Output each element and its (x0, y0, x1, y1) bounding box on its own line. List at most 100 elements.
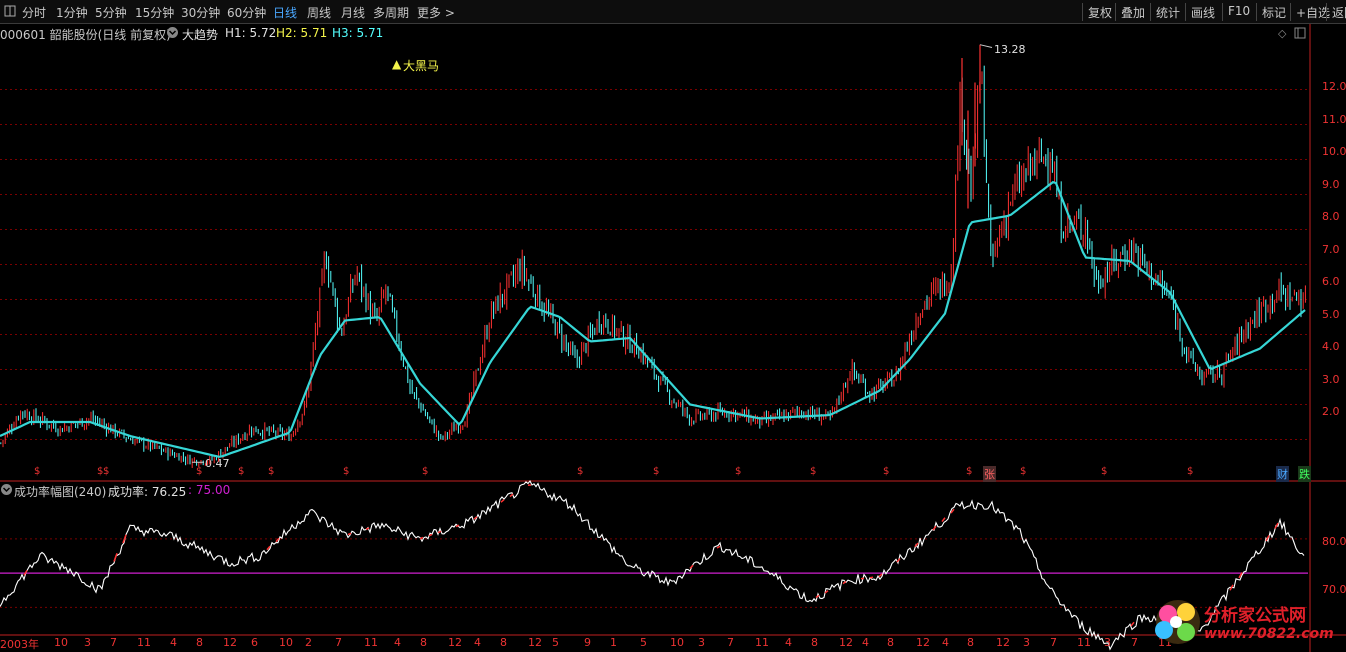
toolbar-button[interactable]: +自选 (1290, 3, 1330, 21)
dollar-marker-icon[interactable]: $ (810, 466, 816, 477)
period-toolbar: 分时 1分钟 5分钟 15分钟 30分钟 60分钟 日线 周线 月线 多周期 更多 > 复权 叠加 统计… (0, 0, 1346, 24)
date-tick-label: 11 (755, 636, 769, 649)
finance-marker[interactable]: 财 (1276, 466, 1289, 482)
date-tick-label: 4 (170, 636, 177, 649)
period-tab[interactable]: 60分钟 (227, 4, 266, 21)
date-tick-label: 7 (1131, 636, 1138, 649)
date-tick-label: 4 (862, 636, 869, 649)
dollar-marker-icon[interactable]: $ (577, 466, 583, 477)
date-tick-label: 11 (364, 636, 378, 649)
toolbar-button[interactable]: 叠加 (1115, 3, 1145, 21)
dollar-marker-icon[interactable]: $ (1187, 466, 1193, 477)
moving-average-line (0, 180, 1306, 458)
dollar-marker-icon[interactable]: $ (883, 466, 889, 477)
rise-tick (941, 517, 946, 523)
date-tick-label: 7 (110, 636, 117, 649)
rise-tick (113, 553, 118, 562)
date-tick-label: 7 (727, 636, 734, 649)
rise-tick (1130, 621, 1135, 627)
price-tick-label: 12.0 (1322, 80, 1346, 93)
date-tick-label: 8 (887, 636, 894, 649)
success-tick-label: 70.0 (1322, 583, 1346, 596)
up-marker[interactable]: 张 (983, 466, 996, 482)
date-tick-label: 12 (996, 636, 1010, 649)
dollar-marker-icon[interactable]: $ (653, 466, 659, 477)
date-tick-label: 2003年 (0, 638, 39, 651)
period-tab[interactable]: 多周期 (373, 4, 409, 21)
dollar-marker-icon[interactable]: $ (966, 466, 972, 477)
period-tab[interactable]: 5分钟 (95, 4, 127, 21)
toolbar-button[interactable]: 复权 (1082, 3, 1112, 21)
date-tick-label: 12 (839, 636, 853, 649)
dollar-marker-icon[interactable]: $ (1020, 466, 1026, 477)
dollar-marker-icon[interactable]: $ (422, 466, 428, 477)
dollar-marker-icon[interactable]: $ (268, 466, 274, 477)
date-tick-label: 8 (420, 636, 427, 649)
date-tick-label: 4 (785, 636, 792, 649)
rise-tick (509, 493, 514, 498)
date-tick-label: 3 (1104, 636, 1111, 649)
watermark-url: www.70822.com (1204, 626, 1334, 642)
dollar-marker-icon[interactable]: $ (103, 466, 109, 477)
success-rate-line (0, 479, 1305, 651)
date-tick-label: 1 (610, 636, 617, 649)
date-tick-label: 12 (448, 636, 462, 649)
dollar-marker-icon[interactable]: $ (735, 466, 741, 477)
date-tick-label: 12 (223, 636, 237, 649)
price-tick-label: 5.0 (1322, 308, 1340, 321)
date-tick-label: 9 (584, 636, 591, 649)
date-tick-label: 10 (670, 636, 684, 649)
date-tick-label: 12 (528, 636, 542, 649)
rise-tick (500, 499, 505, 503)
price-tick-label: 4.0 (1322, 340, 1340, 353)
period-tab[interactable]: 30分钟 (181, 4, 220, 21)
date-tick-label: 3 (698, 636, 705, 649)
price-tick-label: 8.0 (1322, 210, 1340, 223)
date-tick-label: 3 (84, 636, 91, 649)
date-tick-label: 2 (305, 636, 312, 649)
toolbar-button[interactable]: 统计 (1150, 3, 1180, 21)
dollar-marker-icon[interactable]: $ (34, 466, 40, 477)
toolbar-button[interactable]: 标记 (1256, 3, 1286, 21)
date-tick-label: 4 (474, 636, 481, 649)
date-tick-label: 12 (916, 636, 930, 649)
date-tick-label: 8 (811, 636, 818, 649)
down-marker[interactable]: 跌 (1298, 466, 1311, 482)
success-rate-value: 成功率: 76.25 (108, 485, 187, 499)
rise-tick (842, 580, 847, 585)
sub-indicator-name[interactable]: 成功率幅图(240) (14, 483, 106, 500)
dollar-marker-icon[interactable]: $ (238, 466, 244, 477)
toolbar-button[interactable]: 画线 (1185, 3, 1215, 21)
price-tick-label: 11.0 (1322, 113, 1346, 126)
dollar-marker-icon[interactable]: $ (343, 466, 349, 477)
toolbar-button[interactable]: 返回 (1326, 3, 1346, 21)
date-tick-label: 11 (1077, 636, 1091, 649)
toolbar-button[interactable]: F10 (1222, 3, 1250, 21)
date-tick-label: 5 (552, 636, 559, 649)
date-tick-label: 7 (1050, 636, 1057, 649)
date-tick-label: 8 (500, 636, 507, 649)
price-chart[interactable] (0, 24, 1346, 652)
date-tick-label: 10 (54, 636, 68, 649)
dollar-marker-icon[interactable]: $ (1101, 466, 1107, 477)
dollar-marker-icon[interactable]: $ (196, 466, 202, 477)
date-tick-label: 6 (251, 636, 258, 649)
date-tick-label: 4 (942, 636, 949, 649)
period-tab[interactable]: 月线 (341, 4, 365, 21)
period-tab[interactable]: 周线 (307, 4, 331, 21)
success-tick-label: 80.0 (1322, 535, 1346, 548)
period-tab[interactable]: 1分钟 (56, 4, 88, 21)
date-tick-label: 10 (279, 636, 293, 649)
period-tab[interactable]: 更多 > (417, 4, 455, 21)
period-tab[interactable]: 日线 (273, 4, 297, 21)
date-tick-label: 3 (1023, 636, 1030, 649)
sub-collapse-icon[interactable] (0, 483, 13, 499)
max-pointer (979, 44, 993, 48)
price-tick-label: 6.0 (1322, 275, 1340, 288)
date-tick-label: 7 (335, 636, 342, 649)
watermark-title: 分析家公式网 (1204, 606, 1306, 626)
period-tab[interactable]: 分时 (22, 4, 46, 21)
period-tab[interactable]: 15分钟 (135, 4, 174, 21)
price-tick-label: 9.0 (1322, 178, 1340, 191)
layout-icon[interactable] (4, 5, 16, 20)
